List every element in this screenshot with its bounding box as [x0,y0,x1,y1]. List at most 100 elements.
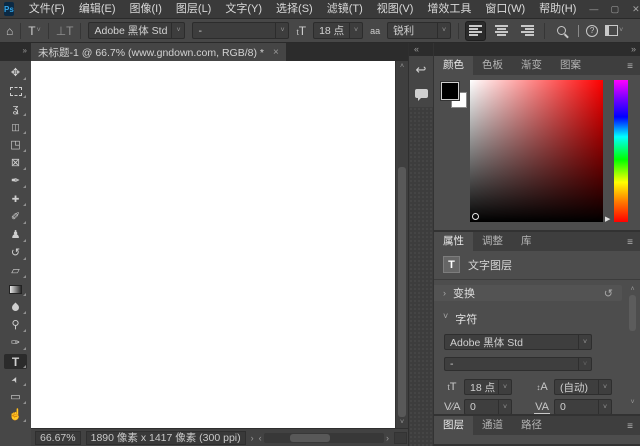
color-picker-circle[interactable] [472,213,479,220]
menu-window[interactable]: 窗口(W) [478,0,532,19]
properties-scrollbar[interactable]: ˄ ˅ [627,286,638,406]
align-right-button[interactable] [518,22,537,40]
char-kerning-select[interactable]: 0 ˅ [464,399,512,415]
char-font-family-select[interactable]: Adobe 黑体 Std ˅ [444,334,592,350]
maximize-icon[interactable]: ▢ [604,0,625,18]
properties-panel-group: 属性 调整 库 ≡ T 文字图层 › 变换 ↺ ˅ 字符 [434,232,640,416]
tab-patterns[interactable]: 图案 [551,56,590,75]
tool-history-brush[interactable]: ↺ [4,246,27,261]
tool-clone-stamp[interactable]: ♟ [4,228,27,243]
status-menu-arrow-icon[interactable]: › [251,433,254,443]
properties-scroll-thumb[interactable] [629,295,636,331]
character-section-header[interactable]: ˅ 字符 [434,303,640,331]
tool-blur[interactable] [4,300,27,315]
tool-lasso[interactable]: ʓ [4,102,27,117]
tool-rectangular-marquee[interactable] [4,84,27,99]
menu-type[interactable]: 文字(Y) [218,0,269,19]
char-tracking-select[interactable]: 0 ˅ [554,399,612,415]
tool-spot-healing-brush[interactable]: ✚ [4,192,27,207]
char-font-size-select[interactable]: 18 点 ˅ [464,379,512,395]
toolbox-collapse-button[interactable]: » [0,43,31,61]
menu-plugins[interactable]: 增效工具 [420,0,478,19]
tool-eyedropper[interactable]: ✒ [4,174,27,189]
tab-color[interactable]: 颜色 [434,56,473,75]
tool-type[interactable]: T [4,354,27,369]
dock-collapse-right[interactable]: » [434,43,640,56]
tab-swatches[interactable]: 色板 [473,56,512,75]
dock-collapse-left[interactable]: « [409,43,433,56]
minimize-icon[interactable]: — [583,0,604,18]
canvas[interactable] [31,61,395,428]
tool-gradient[interactable] [4,282,27,297]
scroll-right-icon[interactable]: › [386,433,389,443]
menu-filter[interactable]: 滤镜(T) [320,0,370,19]
tool-move[interactable]: ✥ [4,66,27,81]
reset-icon[interactable]: ↺ [604,287,613,300]
tool-eraser[interactable]: ▱ [4,264,27,279]
hue-slider-pointer-icon[interactable]: ▶ [605,215,610,223]
tool-crop[interactable]: ◳ [4,138,27,153]
font-size-select[interactable]: 18 点 ˅ [313,22,363,39]
close-icon[interactable]: ✕ [625,0,640,18]
font-style-select[interactable]: - ˅ [192,22,289,39]
tool-path-selection[interactable]: ➤ [4,372,27,387]
anti-alias-select[interactable]: 锐利 ˅ [387,22,451,39]
horizontal-scroll-track[interactable] [264,433,384,443]
font-family-select[interactable]: Adobe 黑体 Std ˅ [88,22,185,39]
vertical-scrollbar[interactable]: ˄ ˅ [395,61,408,428]
tab-channels[interactable]: 通道 [473,416,512,435]
vertical-scroll-thumb[interactable] [398,167,406,417]
comments-panel-icon[interactable] [415,89,428,98]
saturation-brightness-field[interactable] [470,80,603,222]
text-orientation-icon[interactable]: ⊥T [56,24,74,38]
tab-gradients[interactable]: 渐变 [512,56,551,75]
panel-menu-icon[interactable]: ≡ [627,61,633,72]
document-tab[interactable]: 未标题-1 @ 66.7% (www.gndown.com, RGB/8) * … [31,43,286,61]
scroll-up-icon[interactable]: ˄ [400,61,404,72]
menu-file[interactable]: 文件(F) [22,0,72,19]
panel-menu-icon[interactable]: ≡ [627,237,633,248]
workspace-switcher[interactable]: ˅ [605,25,623,36]
scroll-down-icon[interactable]: ˅ [400,417,404,428]
tool-dodge[interactable]: ⚲ [4,318,27,333]
horizontal-scrollbar[interactable]: ‹ › [259,429,389,446]
scroll-up-icon[interactable]: ˄ [630,286,634,293]
menu-edit[interactable]: 编辑(E) [72,0,123,19]
menu-help[interactable]: 帮助(H) [532,0,583,19]
tab-adjustments[interactable]: 调整 [473,232,512,251]
transform-section-header[interactable]: › 变换 ↺ [434,285,622,301]
horizontal-scroll-thumb[interactable] [290,434,330,442]
tool-object-selection[interactable]: ◫ [4,120,27,135]
tab-layers[interactable]: 图层 [434,416,473,435]
menu-view[interactable]: 视图(V) [370,0,421,19]
tab-properties[interactable]: 属性 [434,232,473,251]
tool-brush[interactable]: ✐ [4,210,27,225]
menu-layer[interactable]: 图层(L) [169,0,218,19]
tool-pen[interactable]: ✑ [4,336,27,351]
menu-select[interactable]: 选择(S) [269,0,320,19]
panel-menu-icon[interactable]: ≡ [627,421,633,432]
help-icon[interactable]: ? [586,25,598,37]
tab-paths[interactable]: 路径 [512,416,551,435]
hue-slider[interactable] [614,80,628,222]
search-button[interactable] [552,22,571,40]
close-icon[interactable]: × [273,47,279,58]
tool-hand[interactable]: ☝ [4,408,27,423]
scroll-left-icon[interactable]: ‹ [259,433,262,443]
align-center-button[interactable] [492,22,511,40]
home-icon[interactable]: ⌂ [6,24,13,38]
tab-libraries[interactable]: 库 [512,232,541,251]
char-font-style-select[interactable]: - ˅ [444,357,592,371]
char-leading-select[interactable]: (自动) ˅ [554,379,612,395]
tool-rectangle-shape[interactable]: ▭ [4,390,27,405]
align-center-icon [495,25,508,36]
scroll-down-icon[interactable]: ˅ [630,399,634,406]
history-panel-icon[interactable]: ↩ [416,63,427,76]
menu-image[interactable]: 图像(I) [123,0,169,19]
foreground-color-swatch[interactable] [441,82,459,100]
tool-frame[interactable]: ⊠ [4,156,27,171]
tool-preset-picker[interactable]: T ˅ [28,24,40,38]
align-left-button[interactable] [466,22,485,40]
zoom-level-field[interactable]: 66.67% [35,431,81,445]
vertical-scroll-track[interactable] [396,72,408,417]
